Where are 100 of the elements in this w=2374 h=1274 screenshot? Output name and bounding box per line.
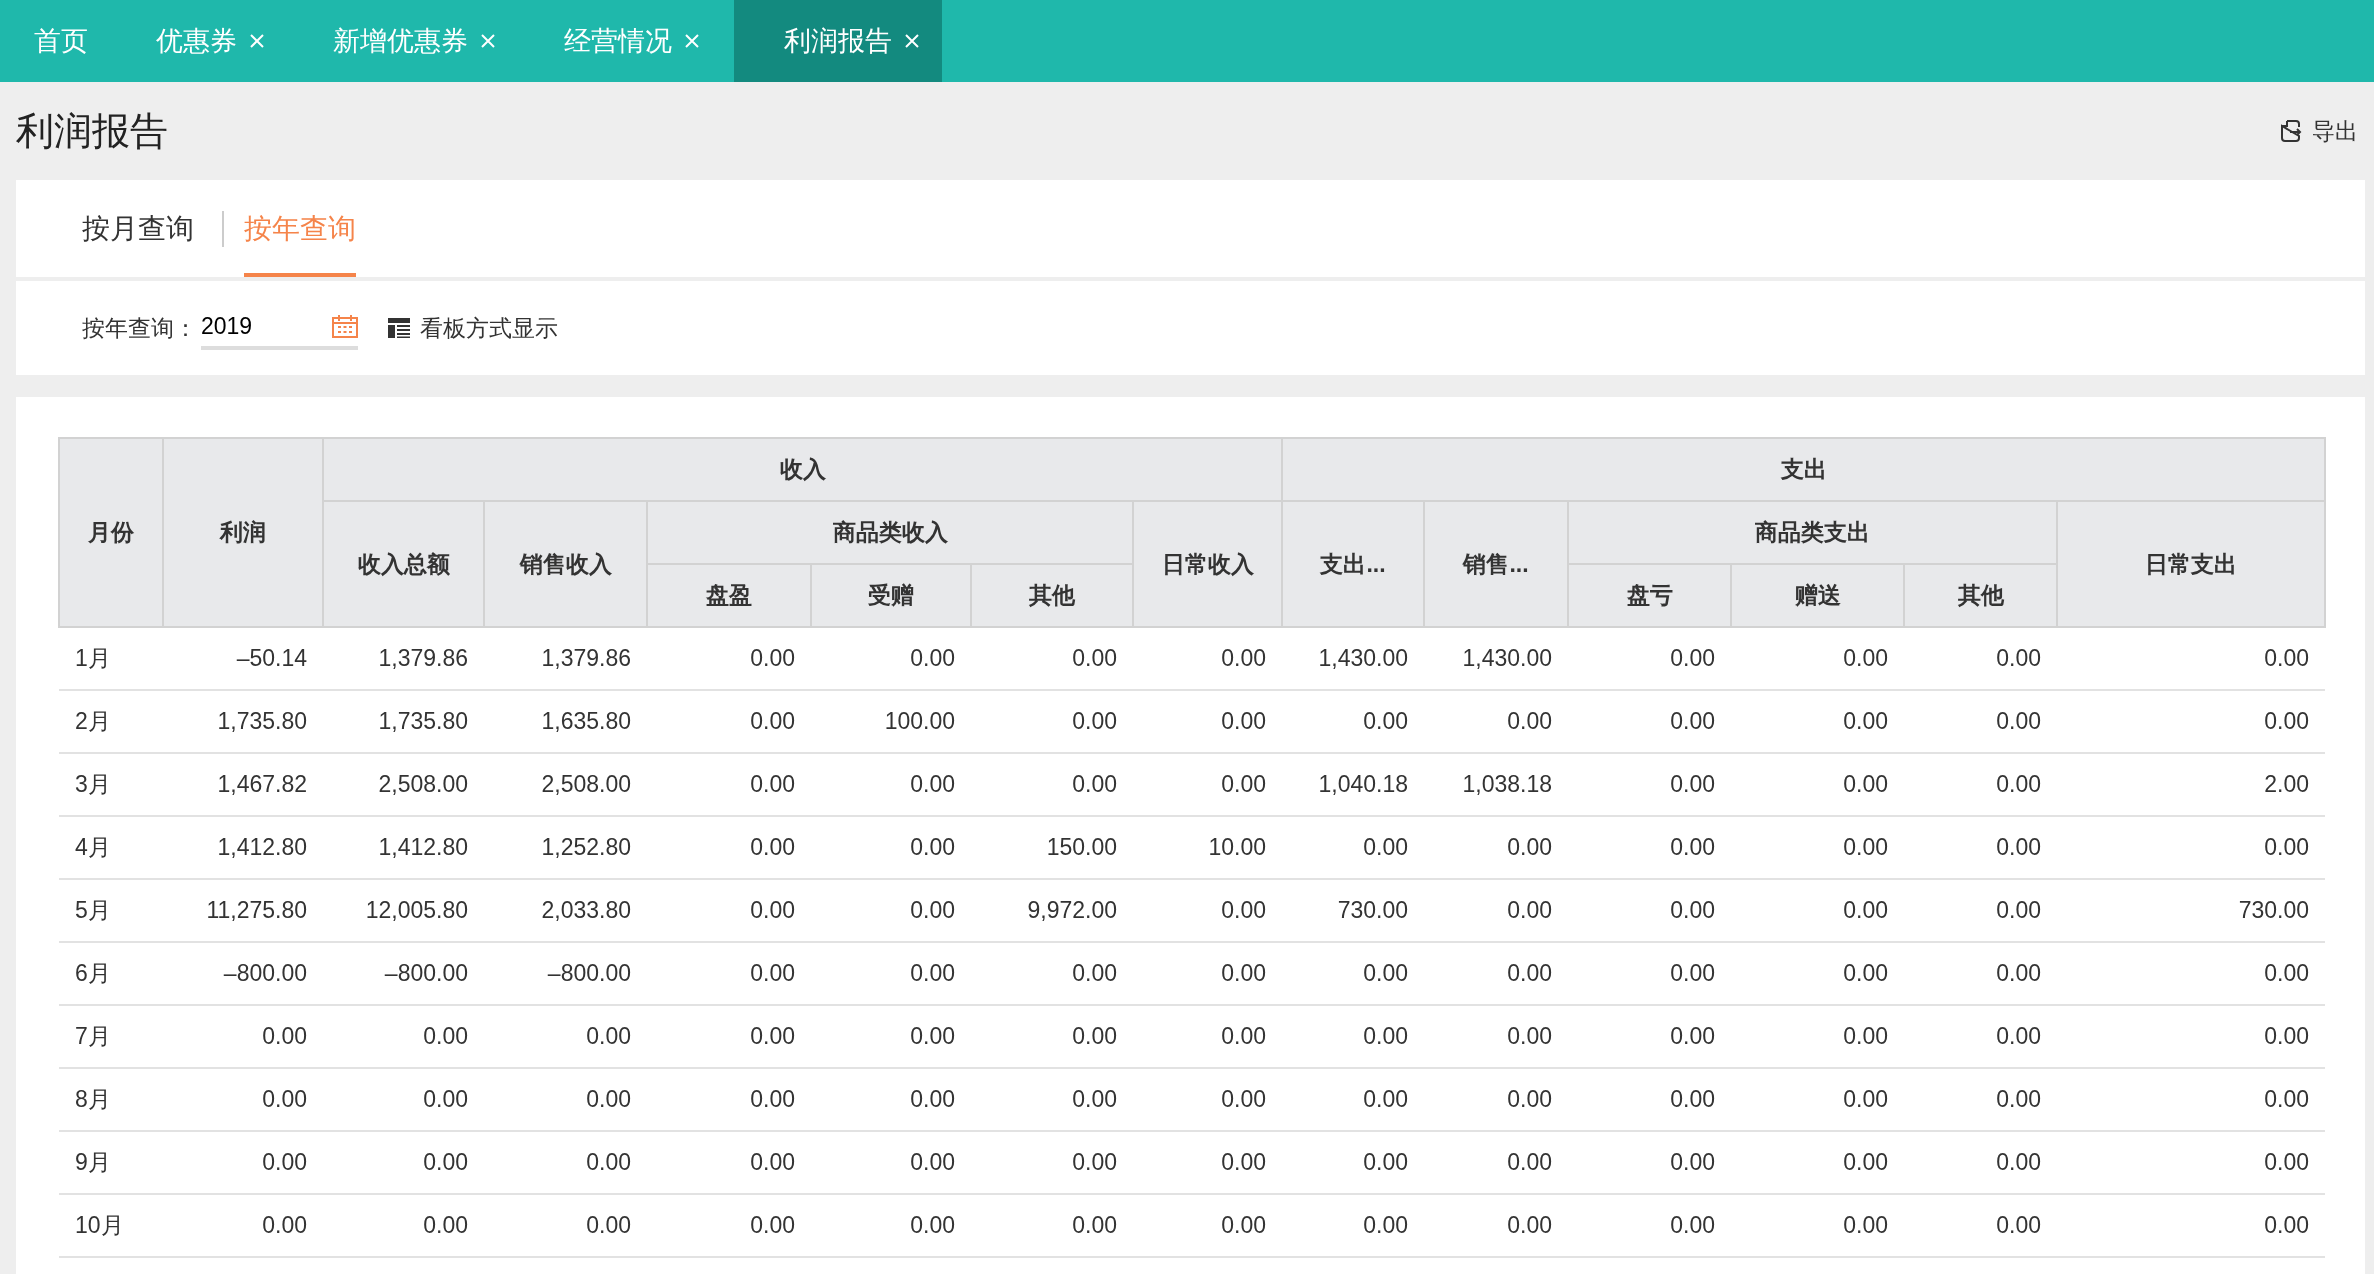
table-cell: 1月	[59, 627, 163, 690]
table-cell: 0.00	[647, 627, 811, 690]
table-cell: 0.00	[1424, 1068, 1569, 1131]
table-cell: 10.00	[1133, 816, 1283, 879]
table-cell: 0.00	[1731, 942, 1905, 1005]
calendar-icon[interactable]	[332, 314, 358, 338]
column-header: 商品类支出	[1568, 501, 2058, 564]
table-cell: 0.00	[1731, 753, 1905, 816]
table-cell: 0.00	[971, 1194, 1133, 1257]
table-cell: 0.00	[484, 1131, 647, 1194]
table-cell: 0.00	[1904, 1005, 2058, 1068]
table-cell: 0.00	[811, 1131, 971, 1194]
table-cell: 0.00	[1282, 1131, 1425, 1194]
table-cell: 0.00	[1904, 753, 2058, 816]
table-cell: 0.00	[1904, 816, 2058, 879]
table-cell: 0.00	[647, 816, 811, 879]
year-field[interactable]: 2019	[201, 306, 358, 350]
table-cell: 0.00	[323, 1194, 484, 1257]
table-cell: 1,735.80	[163, 690, 323, 753]
table-cell: –800.00	[163, 942, 323, 1005]
table-cell: 0.00	[2057, 1131, 2326, 1194]
table-cell: 0.00	[2057, 816, 2326, 879]
table-cell: 0.00	[1133, 942, 1283, 1005]
column-header: 日常支出	[2057, 501, 2326, 627]
table-cell: 9月	[59, 1131, 163, 1194]
query-tab[interactable]: 按年查询	[244, 180, 356, 277]
table-cell: 0.00	[1133, 627, 1283, 690]
tab[interactable]: 利润报告	[734, 0, 942, 82]
table-cell: –800.00	[484, 942, 647, 1005]
table-cell: 0.00	[1282, 1005, 1425, 1068]
table-cell: 0.00	[1133, 1131, 1283, 1194]
column-header: 销售收入	[484, 501, 647, 627]
table-cell: 730.00	[1282, 879, 1425, 942]
column-header: 其他	[971, 564, 1133, 627]
table-cell: 0.00	[1424, 942, 1569, 1005]
table-cell: 0.00	[971, 1131, 1133, 1194]
table-cell: 0.00	[323, 1068, 484, 1131]
table-cell: 0.00	[647, 1194, 811, 1257]
table-cell: 6月	[59, 942, 163, 1005]
table-cell: 1,412.80	[323, 816, 484, 879]
table-cell: 0.00	[1904, 1194, 2058, 1257]
table-cell: 0.00	[1282, 816, 1425, 879]
table-cell: 2,508.00	[484, 753, 647, 816]
table-cell: 0.00	[1133, 1068, 1283, 1131]
table-cell: 11,275.80	[163, 879, 323, 942]
export-button[interactable]: 导出	[2280, 115, 2358, 147]
table-cell: 0.00	[1731, 1005, 1905, 1068]
table-cell: 0.00	[2057, 1068, 2326, 1131]
table-cell: 2,033.80	[484, 879, 647, 942]
table-cell: 1,635.80	[484, 690, 647, 753]
board-view-button[interactable]: 看板方式显示	[388, 312, 558, 344]
table-cell: 2,508.00	[323, 753, 484, 816]
table-cell: 0.00	[1282, 690, 1425, 753]
column-header: 月份	[59, 438, 163, 627]
table-cell: 12,005.80	[323, 879, 484, 942]
close-icon[interactable]	[480, 33, 496, 49]
table-cell: 0.00	[1568, 1005, 1732, 1068]
column-header: 利润	[163, 438, 323, 627]
column-header: 受赠	[811, 564, 971, 627]
table-cell: 1,412.80	[163, 816, 323, 879]
column-header: 日常收入	[1133, 501, 1283, 627]
page-title: 利润报告	[16, 108, 168, 154]
table-cell: 0.00	[323, 1005, 484, 1068]
table-cell: 0.00	[1424, 1131, 1569, 1194]
table-cell: 0.00	[1282, 942, 1425, 1005]
query-tab[interactable]: 按月查询	[82, 180, 194, 277]
table-cell: 4月	[59, 816, 163, 879]
table-cell: 0.00	[971, 753, 1133, 816]
table-cell: 0.00	[1133, 879, 1283, 942]
table-cell: 0.00	[811, 753, 971, 816]
table-cell: 150.00	[971, 816, 1133, 879]
table-cell: 0.00	[1568, 942, 1732, 1005]
close-icon[interactable]	[904, 33, 920, 49]
table-cell: 2.00	[2057, 753, 2326, 816]
table-cell: 0.00	[811, 816, 971, 879]
table-cell: 5月	[59, 879, 163, 942]
table-cell: 2月	[59, 690, 163, 753]
table-cell: 0.00	[323, 1131, 484, 1194]
table-cell: 1,467.82	[163, 753, 323, 816]
table-cell: 0.00	[647, 879, 811, 942]
table-cell: 9,972.00	[971, 879, 1133, 942]
table-cell: 0.00	[971, 942, 1133, 1005]
table-cell: 0.00	[1424, 816, 1569, 879]
table-cell: 0.00	[1904, 1131, 2058, 1194]
table-cell: 0.00	[971, 690, 1133, 753]
table-cell: 0.00	[1731, 816, 1905, 879]
table-cell: 0.00	[1424, 879, 1569, 942]
field-label: 按年查询：	[82, 313, 197, 343]
table-cell: 0.00	[484, 1005, 647, 1068]
table-cell: 0.00	[1904, 627, 2058, 690]
table-cell: 0.00	[1282, 1068, 1425, 1131]
table-cell: 1,038.18	[1424, 753, 1569, 816]
close-icon[interactable]	[684, 33, 700, 49]
column-header: 支出...	[1282, 501, 1425, 627]
table-cell: 0.00	[1568, 690, 1732, 753]
close-icon[interactable]	[249, 33, 265, 49]
table-cell: 0.00	[1133, 1005, 1283, 1068]
table-cell: 0.00	[1568, 1131, 1732, 1194]
table-cell: 0.00	[811, 1005, 971, 1068]
table-cell: 0.00	[163, 1131, 323, 1194]
